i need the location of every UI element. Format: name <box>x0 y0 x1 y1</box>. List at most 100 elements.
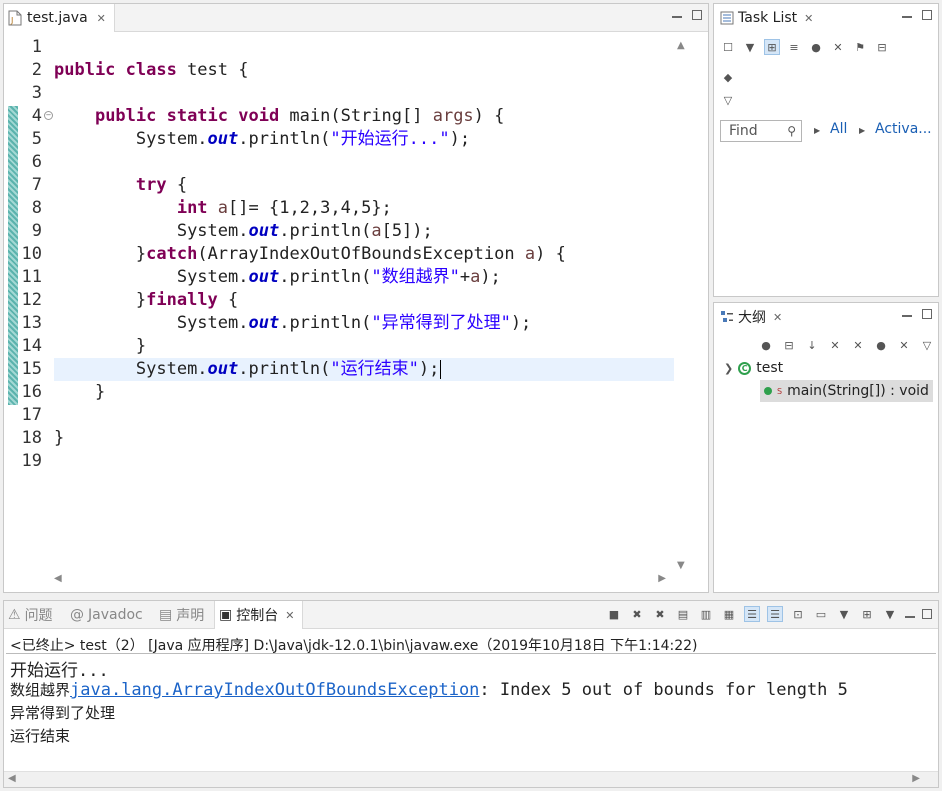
word-wrap-icon[interactable]: ▦ <box>721 606 737 622</box>
display-console-icon[interactable]: ▭ <box>813 606 829 622</box>
tab-declaration[interactable]: ▤ 声明 <box>159 601 204 629</box>
code-line-8: int a[]= {1,2,3,4,5}; <box>176 198 392 218</box>
outline-class-node[interactable]: ❯ C test <box>724 357 783 379</box>
line-number: 8 <box>31 198 42 218</box>
code-area[interactable]: public class test { public static void m… <box>54 36 674 576</box>
chevron-down-icon[interactable]: ▽ <box>919 337 935 353</box>
new-task-icon[interactable]: ☐ <box>720 39 736 55</box>
remove-launch-icon[interactable]: ✖ <box>629 606 645 622</box>
line-number: 17 <box>21 405 42 425</box>
line-number: 2 <box>31 60 42 80</box>
minimize-icon[interactable] <box>902 11 912 18</box>
minimize-icon[interactable] <box>902 310 912 317</box>
close-icon[interactable]: ✕ <box>804 12 813 25</box>
line-number: 13 <box>21 313 42 333</box>
code-line-11: System.out.println("数组越界"+a); <box>176 267 501 287</box>
chevron-down-icon[interactable]: ▽ <box>720 92 736 108</box>
close-icon[interactable]: ✕ <box>773 311 782 324</box>
task-list-pane: Task List ✕ ☐ ▼ ⊞ ≡ ● ✕ ⚑ ⊟ ◆ ▽ Find ⚲ ▶… <box>713 3 939 297</box>
all-link[interactable]: All <box>830 121 847 137</box>
close-icon[interactable]: ✕ <box>97 12 106 25</box>
line-number: 15 <box>21 359 42 379</box>
sync-icon[interactable]: ● <box>808 39 824 55</box>
task-list-toolbar-2: ◆ <box>720 69 736 85</box>
code-line-15: System.out.println("运行结束"); <box>135 359 442 379</box>
collapse-all-icon[interactable]: ⊟ <box>781 337 797 353</box>
minimize-icon[interactable] <box>905 611 915 618</box>
categorize-icon[interactable]: ⊞ <box>764 39 780 55</box>
activate-link[interactable]: Activa... <box>875 121 932 137</box>
editor-tabbar: J test.java ✕ <box>4 4 708 32</box>
exception-link[interactable]: java.lang.ArrayIndexOutOfBoundsException <box>70 680 479 700</box>
outline-method-node[interactable]: S main(String[]) : void <box>760 380 933 402</box>
group-icon[interactable]: ≡ <box>786 39 802 55</box>
chevron-down-icon[interactable]: ▼ <box>742 39 758 55</box>
maximize-icon[interactable] <box>922 10 932 20</box>
hide-local-types-icon[interactable]: ✕ <box>896 337 912 353</box>
outline-class-label: test <box>756 360 784 376</box>
task-list-tab[interactable]: Task List ✕ <box>714 4 813 32</box>
editor-tab-test-java[interactable]: J test.java ✕ <box>4 4 115 32</box>
line-number: 18 <box>21 428 42 448</box>
minimize-icon[interactable] <box>672 11 682 18</box>
outline-pane: 大纲 ✕ ● ⊟ ↓ ✕ ✕ ● ✕ ▽ ❯ C test S main(Str… <box>713 302 939 593</box>
outline-tab[interactable]: 大纲 ✕ <box>714 303 782 331</box>
code-line-18: } <box>54 428 65 448</box>
hide-nonpublic-icon[interactable]: ● <box>873 337 889 353</box>
chevron-right-icon: ▶ <box>814 126 821 135</box>
filter-icon[interactable]: ✕ <box>830 39 846 55</box>
console-output-line-1: 开始运行... <box>10 661 109 681</box>
tab-javadoc[interactable]: @ Javadoc <box>70 601 143 629</box>
scroll-down-icon[interactable]: ▼ <box>677 560 685 571</box>
chevron-down-icon[interactable]: ❯ <box>724 362 733 375</box>
scroll-left-icon[interactable]: ◀ <box>8 773 16 784</box>
task-list-title: Task List <box>738 10 798 26</box>
collapse-icon[interactable]: ⊟ <box>874 39 890 55</box>
chevron-down-icon[interactable]: ▼ <box>836 606 852 622</box>
line-number: 6 <box>31 152 42 172</box>
chevron-down-icon[interactable]: ▼ <box>882 606 898 622</box>
hide-fields-icon[interactable]: ✕ <box>827 337 843 353</box>
scroll-lock-icon[interactable]: ▥ <box>698 606 714 622</box>
focus-icon[interactable]: ● <box>758 337 774 353</box>
show-on-stdout-icon[interactable]: ☰ <box>744 606 760 622</box>
hide-static-icon[interactable]: ✕ <box>850 337 866 353</box>
open-console-icon[interactable]: ⊞ <box>859 606 875 622</box>
close-icon[interactable]: ✕ <box>285 609 294 622</box>
terminate-icon[interactable]: ■ <box>606 606 622 622</box>
scroll-left-icon[interactable]: ◀ <box>54 573 62 584</box>
maximize-icon[interactable] <box>692 10 702 20</box>
editor-horizontal-scrollbar[interactable]: ◀ ▶ <box>50 572 670 588</box>
maximize-icon[interactable] <box>922 309 932 319</box>
pin-console-icon[interactable]: ⊡ <box>790 606 806 622</box>
console-toolbar: ■ ✖ ✖ ▤ ▥ ▦ ☰ ☰ ⊡ ▭ ▼ ⊞ ▼ <box>606 606 932 622</box>
remove-all-icon[interactable]: ✖ <box>652 606 668 622</box>
task-list-toolbar: ☐ ▼ ⊞ ≡ ● ✕ ⚑ ⊟ <box>720 39 890 55</box>
show-on-stderr-icon[interactable]: ☰ <box>767 606 783 622</box>
code-line-5: System.out.println("开始运行..."); <box>135 129 471 149</box>
tab-problems[interactable]: ⚠ 问题 <box>8 601 53 629</box>
line-number: 5 <box>31 129 42 149</box>
maximize-icon[interactable] <box>922 609 932 619</box>
editor-vertical-scrollbar[interactable]: ▲ ▼ <box>674 38 690 573</box>
scroll-right-icon[interactable]: ▶ <box>912 773 920 784</box>
java-file-icon: J <box>8 10 22 26</box>
task-repository-icon[interactable]: ◆ <box>720 69 736 85</box>
editor-pane: J test.java ✕ 1 2 3 4 5 6 7 8 9 10 11 12 13 14 15 16 17 1… <box>3 3 709 593</box>
chevron-right-icon: ▶ <box>859 126 866 135</box>
outline-toolbar: ● ⊟ ↓ ✕ ✕ ● ✕ ▽ <box>758 337 935 353</box>
tab-console[interactable]: ▣ 控制台 ✕ <box>214 601 304 629</box>
sort-icon[interactable]: ↓ <box>804 337 820 353</box>
task-find-input[interactable]: Find ⚲ <box>720 120 802 142</box>
line-number: 9 <box>31 221 42 241</box>
declaration-icon: ▤ <box>159 607 173 623</box>
scroll-up-icon[interactable]: ▲ <box>677 40 685 51</box>
console-horizontal-scrollbar[interactable]: ◀ ▶ <box>4 771 938 787</box>
scroll-right-icon[interactable]: ▶ <box>658 573 666 584</box>
people-icon[interactable]: ⚑ <box>852 39 868 55</box>
console-output-line-3: 异常得到了处理 <box>10 704 116 722</box>
console-pane: ⚠ 问题 @ Javadoc ▤ 声明 ▣ 控制台 ✕ ■ ✖ ✖ ▤ ▥ ▦ … <box>3 600 939 788</box>
clear-console-icon[interactable]: ▤ <box>675 606 691 622</box>
fold-collapse-icon[interactable]: − <box>44 111 53 120</box>
code-line-2: public class test { <box>54 60 249 80</box>
